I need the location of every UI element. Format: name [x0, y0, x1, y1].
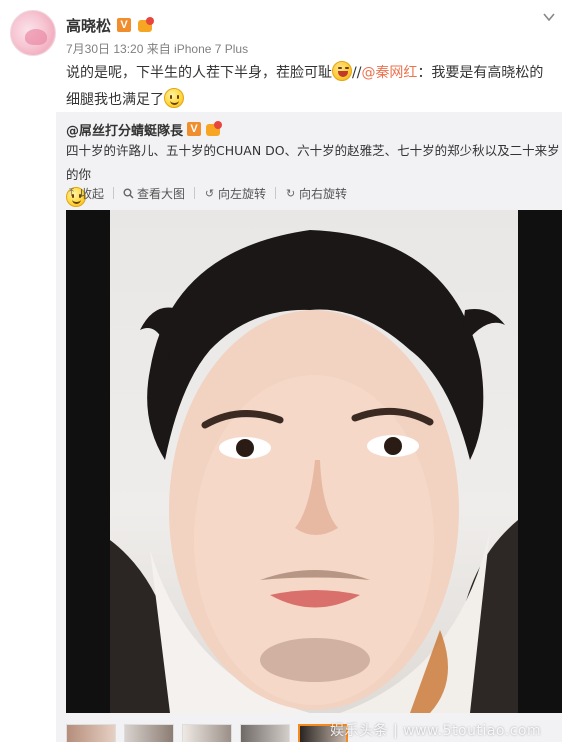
- thumbnail-strip: [66, 724, 348, 742]
- rotate-right-icon: ↻: [285, 186, 296, 200]
- thumbnail[interactable]: [66, 724, 116, 742]
- avatar[interactable]: [10, 10, 56, 56]
- repost-verified-badge: V: [187, 122, 202, 136]
- weibo-post: 高晓松 V 7月30日 13:20 来自 iPhone 7 Plus 说的是呢，…: [0, 0, 562, 742]
- mention-link[interactable]: @秦网红: [361, 65, 417, 81]
- rotate-right-button[interactable]: ↻ 向右旋转: [285, 185, 347, 202]
- image-toolbar: ⤒ 收起 查看大图 ↺ 向左旋转 ↻ 向右旋转: [66, 184, 347, 202]
- toolbar-divider: [275, 187, 277, 199]
- collapse-button[interactable]: ⤒ 收起: [66, 185, 104, 202]
- post-text-part1: 说的是呢，下半生的人茬下半身，茬脸可耻: [66, 65, 332, 81]
- repost-vip-badge-icon: [205, 121, 223, 137]
- photo-content: [110, 210, 518, 713]
- rotate-left-label: 向左旋转: [218, 186, 267, 201]
- rotate-right-label: 向右旋转: [299, 186, 348, 201]
- search-icon: [123, 188, 134, 199]
- laugh-emoji-icon: [332, 61, 352, 81]
- smile-emoji-icon: [164, 88, 184, 108]
- arrow-up-icon: ⤒: [69, 186, 74, 199]
- thumbnail[interactable]: [182, 724, 232, 742]
- view-large-button[interactable]: 查看大图: [123, 185, 185, 202]
- repost-block: @屌丝打分蜻蜓隊長 V 四十岁的许路儿、五十岁的CHUAN DO、六十岁的赵雅芝…: [56, 112, 562, 742]
- watermark: 娱乐头条 | www.5toutiao.com: [330, 723, 542, 739]
- view-large-label: 查看大图: [137, 186, 186, 201]
- rotate-left-button[interactable]: ↺ 向左旋转: [204, 185, 266, 202]
- vip-badge-icon: [137, 17, 155, 33]
- chevron-down-icon[interactable]: [542, 10, 556, 24]
- author-row: 高晓松 V: [66, 15, 155, 35]
- post-meta[interactable]: 7月30日 13:20 来自 iPhone 7 Plus: [66, 40, 248, 57]
- repost-text-body: 四十岁的许路儿、五十岁的CHUAN DO、六十岁的赵雅芝、七十岁的郑少秋以及二十…: [66, 143, 560, 182]
- author-name[interactable]: 高晓松: [66, 15, 111, 36]
- repost-author-row: @屌丝打分蜻蜓隊長 V: [66, 120, 223, 139]
- post-photo[interactable]: [66, 210, 562, 713]
- thumbnail[interactable]: [124, 724, 174, 742]
- toolbar-divider: [113, 187, 115, 199]
- verified-badge: V: [117, 18, 132, 32]
- face-photo-illustration: [110, 230, 518, 713]
- repost-author[interactable]: @屌丝打分蜻蜓隊長: [66, 120, 183, 139]
- rotate-left-icon: ↺: [204, 186, 215, 200]
- thumbnail[interactable]: [240, 724, 290, 742]
- toolbar-divider: [194, 187, 196, 199]
- post-content: 说的是呢，下半生的人茬下半身，茬脸可耻//@秦网红：我要是有高晓松的细腿我也满足…: [66, 60, 556, 114]
- collapse-label: 收起: [80, 186, 105, 201]
